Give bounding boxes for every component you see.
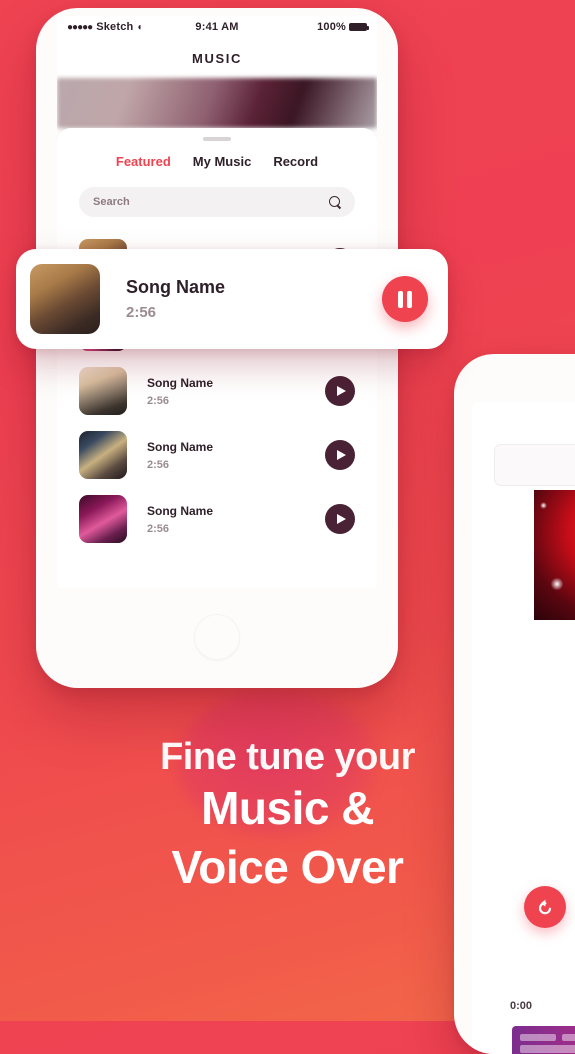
phone-device-secondary: 0:00	[454, 354, 575, 1054]
song-thumbnail	[79, 367, 127, 415]
now-playing-duration: 2:56	[126, 304, 157, 321]
search-container	[79, 187, 355, 217]
carrier-label: Sketch	[96, 21, 134, 33]
play-icon	[336, 386, 346, 396]
wifi-icon: ◐	[137, 21, 144, 33]
play-icon	[336, 450, 346, 460]
search-input[interactable]	[93, 196, 329, 208]
editor-input-card[interactable]	[494, 444, 575, 486]
battery-full-icon	[349, 23, 369, 31]
signal-dots-icon: ●●●●●	[67, 21, 93, 33]
now-playing-meta: Song Name 2:56	[100, 277, 382, 321]
headline-line-2: Music &	[201, 781, 374, 834]
play-button[interactable]	[325, 504, 355, 534]
song-meta: Song Name 2:56	[127, 440, 325, 471]
search-icon[interactable]	[329, 196, 341, 208]
list-item[interactable]: Song Name 2:56	[79, 487, 355, 551]
song-meta: Song Name 2:56	[127, 504, 325, 535]
audio-waveform[interactable]	[512, 1026, 575, 1054]
song-title: Song Name	[147, 503, 214, 518]
now-playing-title: Song Name	[126, 277, 226, 297]
list-item[interactable]: Song Name 2:56	[79, 359, 355, 423]
pause-icon	[398, 290, 403, 308]
play-button[interactable]	[325, 376, 355, 406]
song-title: Song Name	[147, 375, 214, 390]
song-meta: Song Name 2:56	[127, 376, 325, 407]
tab-my-music[interactable]: My Music	[193, 154, 252, 169]
now-playing-card[interactable]: Song Name 2:56	[16, 249, 448, 349]
song-duration: 2:56	[147, 522, 170, 535]
play-icon	[336, 514, 346, 524]
status-bar-right: 100%	[267, 21, 369, 33]
home-button[interactable]	[194, 614, 240, 660]
sheet-grabber[interactable]	[203, 137, 231, 141]
tab-record[interactable]: Record	[273, 154, 318, 169]
playhead-time: 0:00	[510, 1000, 533, 1012]
song-duration: 2:56	[147, 458, 170, 471]
pause-icon	[407, 290, 412, 308]
undo-icon	[538, 899, 552, 915]
now-playing-artwork	[30, 264, 100, 334]
list-item[interactable]: Song Name 2:56	[79, 423, 355, 487]
headline-line-3: Voice Over	[171, 840, 404, 893]
battery-percent-label: 100%	[317, 21, 346, 33]
song-thumbnail	[79, 495, 127, 543]
tab-bar: Featured My Music Record	[57, 154, 377, 169]
song-duration: 2:56	[147, 394, 170, 407]
editor-cover-image	[534, 490, 575, 620]
song-title: Song Name	[147, 439, 214, 454]
hero-banner-image	[57, 78, 377, 128]
status-bar-clock: 9:41 AM	[195, 21, 239, 33]
tab-featured[interactable]: Featured	[116, 154, 171, 169]
status-bar-left: ●●●●● Sketch ◐	[67, 21, 167, 33]
play-button[interactable]	[325, 440, 355, 470]
marketing-headline: Fine tune your Music & Voice Over	[0, 736, 575, 896]
status-bar: ●●●●● Sketch ◐ 9:41 AM 100%	[57, 16, 377, 38]
page-title: MUSIC	[57, 38, 377, 78]
phone-screen-secondary: 0:00	[472, 402, 575, 1054]
pause-button[interactable]	[382, 276, 428, 322]
content-sheet: Featured My Music Record Song Name 2:56	[57, 128, 377, 588]
search-box[interactable]	[79, 187, 355, 217]
headline-line-1: Fine tune your	[160, 736, 415, 778]
song-thumbnail	[79, 431, 127, 479]
